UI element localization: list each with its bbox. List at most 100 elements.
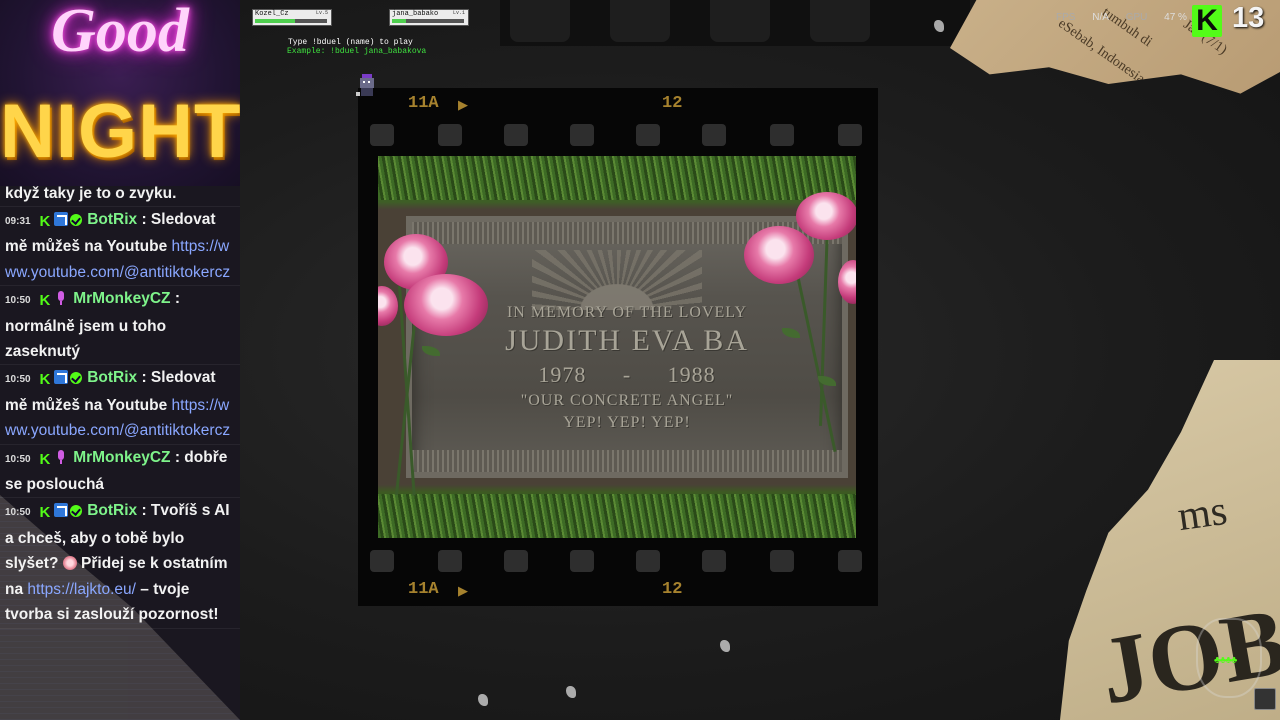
grass — [378, 156, 856, 200]
sprocket-hole — [810, 0, 870, 42]
film-hole — [438, 550, 462, 572]
share-badge-icon — [53, 212, 68, 226]
chat-message: 10:50 K MrMonkeyCZ : dobře se poslouchá — [0, 445, 240, 499]
chat-message: 10:50 K BotRix : Sledovat mě můžeš na Yo… — [0, 365, 240, 445]
sunrise-icon — [532, 250, 702, 310]
paper-speck — [478, 694, 488, 706]
gpu-label: GPU — [1125, 12, 1148, 23]
plaque-name: JUDITH EVA BA — [505, 324, 749, 357]
mic-badge-icon — [54, 291, 68, 306]
duel-example: Example: !bduel jana_babakova — [287, 47, 427, 56]
sprocket-hole — [510, 0, 570, 42]
duel-character-icon — [356, 74, 374, 96]
viewer-count: 13 — [1232, 2, 1265, 34]
message-username[interactable]: BotRix — [87, 369, 137, 386]
plaque-years: 1978 - 1988 — [412, 362, 842, 388]
film-hole — [636, 550, 660, 572]
paper-speck — [720, 640, 730, 652]
verified-badge-icon — [69, 214, 82, 226]
film-frame-number: 12 — [662, 94, 683, 113]
sprocket-hole — [610, 0, 670, 42]
rose-flower — [744, 226, 814, 284]
duel-player-card: jana_babako Lv.1 — [389, 9, 469, 26]
message-link[interactable]: https://lajkto.eu/ — [27, 581, 136, 598]
fps-value: N/A — [1092, 12, 1109, 23]
film-frame-code: 11A — [408, 580, 439, 599]
message-username[interactable]: MrMonkeyCZ — [73, 449, 170, 466]
fps-label: FPS — [1056, 12, 1076, 23]
verified-badge-icon — [69, 372, 82, 385]
chat-panel: Good NIGHT když taky je to o zvyku. 09:3… — [0, 0, 240, 720]
share-badge-icon — [53, 370, 68, 385]
duel-health-bar — [392, 19, 464, 23]
film-hole — [702, 550, 726, 572]
sprocket-hole — [710, 0, 770, 42]
chat-message: 10:50 K MrMonkeyCZ : normálně jsem u toh… — [0, 286, 240, 366]
message-username[interactable]: BotRix — [87, 502, 137, 519]
film-frame-number: 12 — [662, 580, 683, 599]
film-hole — [636, 124, 660, 146]
message-time: 10:50 — [5, 507, 31, 519]
grave-photo: IN MEMORY OF THE LOVELY JUDITH EVA BA 19… — [378, 156, 856, 538]
chat-message-partial: když taky je to o zvyku. — [0, 176, 240, 207]
rose-flower — [796, 192, 856, 240]
film-frame: 11A ▶ 12 11A ▶ 12 IN MEMORY OF THE LOVEL… — [358, 88, 878, 606]
year-dash: - — [622, 362, 632, 387]
chat-message: 09:31 K BotRix : Sledovat mě můžeš na Yo… — [0, 207, 240, 287]
film-hole — [438, 124, 462, 146]
kick-badge-icon: K — [39, 213, 51, 230]
duel-health-fill — [392, 19, 407, 23]
film-hole — [504, 124, 528, 146]
film-hole — [770, 550, 794, 572]
message-username[interactable]: BotRix — [87, 211, 137, 228]
duel-player-level: Lv.1 — [452, 10, 465, 16]
film-hole — [702, 124, 726, 146]
corner-widget-icon — [1254, 688, 1276, 710]
rose-flower — [378, 286, 398, 326]
banner-good: Good — [51, 0, 189, 65]
message-time: 10:50 — [5, 374, 31, 386]
film-hole — [570, 124, 594, 146]
share-badge-icon — [53, 503, 68, 518]
message-time: 10:50 — [5, 453, 31, 465]
duel-health-fill — [255, 19, 295, 23]
kick-badge-icon: K — [39, 371, 51, 389]
film-frame-code: 11A — [408, 94, 439, 113]
message-time: 09:31 — [5, 216, 31, 227]
banner-night: NIGHT — [0, 89, 240, 174]
film-arrow-icon: ▶ — [458, 97, 468, 112]
paper-speck — [566, 686, 576, 698]
chat-message: 10:50 K BotRix : Tvoříš s AI a chceš, ab… — [0, 498, 240, 629]
duel-player-name: jana_babako — [392, 10, 439, 18]
film-hole — [838, 550, 862, 572]
duel-player-level: Lv.5 — [315, 10, 328, 16]
duel-instructions: Type !bduel (name) to play — [288, 38, 413, 47]
cookie-emoji-icon — [62, 556, 77, 571]
kick-badge-icon: K — [39, 292, 51, 310]
grass — [378, 494, 856, 538]
duel-player-name: Kozel_Cz — [255, 10, 289, 18]
paper-speck — [934, 20, 944, 32]
film-hole — [838, 124, 862, 146]
message-username[interactable]: MrMonkeyCZ — [73, 290, 170, 307]
kick-badge-icon: K — [39, 450, 51, 468]
clover-drops-icon: ♣♣♣♣ — [1214, 655, 1237, 666]
gpu-value: 47 % — [1164, 12, 1187, 23]
year-from: 1978 — [538, 362, 587, 387]
kick-icon — [1192, 4, 1222, 38]
mic-badge-icon — [54, 449, 68, 464]
film-arrow-icon: ▶ — [458, 583, 468, 598]
duel-health-bar — [255, 19, 327, 23]
rose-flower — [404, 274, 488, 336]
chat-messages[interactable]: když taky je to o zvyku. 09:31 K BotRix … — [0, 176, 240, 710]
duel-player-card: Kozel_Cz Lv.5 — [252, 9, 332, 26]
verified-badge-icon — [69, 505, 82, 518]
plaque-rim — [412, 450, 842, 472]
good-night-banner: Good NIGHT — [0, 0, 240, 186]
newspaper-headline: ms — [1175, 487, 1230, 541]
film-hole — [370, 550, 394, 572]
film-hole — [770, 124, 794, 146]
year-to: 1988 — [667, 362, 716, 387]
film-hole — [570, 550, 594, 572]
film-hole — [370, 124, 394, 146]
